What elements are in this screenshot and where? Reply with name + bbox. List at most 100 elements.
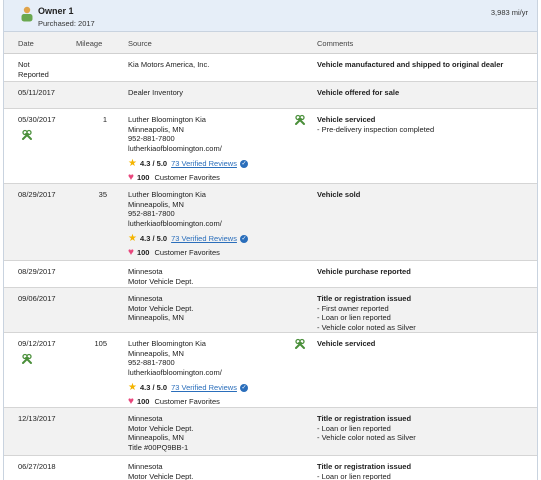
record-source: Dealer Inventory	[128, 88, 183, 98]
record-comments: Vehicle serviced - Pre-delivery inspectio…	[317, 115, 434, 134]
record-source: MinnesotaMotor Vehicle Dept.Minneapolis,…	[128, 462, 193, 480]
source-website[interactable]: lutherkiaofbloomington.com/	[128, 219, 248, 229]
record-mileage: 105	[94, 339, 107, 348]
heart-icon: ♥	[128, 172, 134, 183]
source-line: Motor Vehicle Dept.	[128, 303, 194, 313]
record-date: 05/30/2017	[18, 115, 56, 124]
star-icon: ★	[128, 382, 137, 393]
star-icon: ★	[128, 233, 137, 244]
record-comments: Vehicle manufactured and shipped to orig…	[317, 60, 503, 70]
record-comments: Vehicle purchase reported	[317, 267, 411, 277]
comment-detail: - Loan or lien reported	[317, 313, 391, 322]
dealer-rating: ★ 4.3 / 5.0 73 Verified Reviews ✓	[128, 159, 248, 169]
source-line: Minneapolis, MN	[128, 433, 184, 442]
record-source: Luther Bloomington Kia Minneapolis, MN 952…	[128, 190, 248, 258]
heart-icon: ♥	[128, 247, 134, 258]
heart-icon: ♥	[128, 396, 134, 407]
verified-check-icon: ✓	[239, 235, 248, 243]
history-records: Not Reported Kia Motors America, Inc. Vehi…	[4, 54, 537, 480]
table-row: 08/29/2017 Minnesota Motor Vehicle Dept. Ve…	[4, 261, 537, 288]
comment-heading: Vehicle offered for sale	[317, 88, 400, 97]
table-row: 06/27/2018 MinnesotaMotor Vehicle Dept.Mi…	[4, 456, 537, 480]
record-comments: Vehicle serviced	[317, 339, 375, 349]
service-icon	[294, 338, 306, 350]
comment-heading: Vehicle purchase reported	[317, 267, 411, 276]
source-line: Luther Bloomington Kia	[128, 190, 206, 199]
comment-detail: - First owner reported	[317, 303, 389, 313]
comment-detail: - Loan or lien reported	[317, 471, 391, 480]
table-row: 12/13/2017 Minnesota Motor Vehicle Dept. Mi…	[4, 408, 537, 456]
owner-title: Owner 1	[38, 6, 74, 16]
source-line: Title #00PQ9BB-1	[128, 442, 189, 452]
record-comments: Title or registration issued - Loan or li…	[317, 462, 416, 480]
verified-check-icon: ✓	[239, 160, 248, 168]
dealer-rating: ★ 4.3 / 5.0 73 Verified Reviews ✓	[128, 234, 248, 244]
source-line: Minnesota	[128, 294, 163, 303]
service-icon	[21, 129, 33, 141]
record-mileage: 1	[102, 115, 107, 124]
table-row: 05/11/2017 Dealer Inventory Vehicle offere…	[4, 82, 537, 109]
record-source: Minnesota Motor Vehicle Dept.	[128, 267, 193, 286]
rating-value: 4.3 / 5.0	[139, 383, 168, 393]
column-header-row: Date Mileage Source Comments	[4, 32, 537, 54]
source-line: Luther Bloomington Kia	[128, 115, 206, 124]
source-website[interactable]: lutherkiaofbloomington.com/	[128, 368, 248, 378]
comment-detail: - Pre-delivery inspection completed	[317, 124, 435, 134]
comment-detail: - Vehicle color noted as Silver	[317, 322, 416, 332]
comment-detail: - Loan or lien reported	[317, 423, 391, 433]
record-comments: Title or registration issued - First owne…	[317, 294, 416, 332]
source-line: Luther Bloomington Kia	[128, 339, 206, 348]
source-line: Minneapolis, MN	[128, 348, 184, 358]
column-source: Source	[128, 39, 152, 48]
source-website[interactable]: lutherkiaofbloomington.com/	[128, 144, 248, 154]
comment-heading: Title or registration issued	[317, 414, 412, 423]
record-source: Luther Bloomington Kia Minneapolis, MN 952…	[128, 115, 248, 183]
favorites-label: Customer Favorites	[154, 173, 220, 183]
verified-reviews-link[interactable]: 73 Verified Reviews	[171, 234, 237, 244]
source-line: Motor Vehicle Dept.	[128, 423, 194, 433]
source-line: 952-881-7800	[128, 358, 175, 367]
table-row: Not Reported Kia Motors America, Inc. Vehi…	[4, 54, 537, 82]
verified-reviews-link[interactable]: 73 Verified Reviews	[171, 159, 237, 169]
table-row: 09/06/2017 Minnesota Motor Vehicle Dept. Mi…	[4, 288, 537, 333]
owner-miles-per-year: 3,983 mi/yr	[490, 8, 528, 17]
source-line: Motor Vehicle Dept.	[128, 471, 194, 480]
record-date: Not Reported	[18, 60, 49, 79]
owner-header: Owner 1 Purchased: 2017 3,983 mi/yr	[4, 0, 537, 32]
record-comments: Title or registration issued - Loan or li…	[317, 414, 416, 443]
record-mileage: 35	[98, 190, 107, 199]
comment-heading: Vehicle manufactured and shipped to orig…	[317, 60, 504, 69]
source-line: Minneapolis, MN	[128, 313, 184, 322]
record-source: MinnesotaMotor Vehicle Dept.Minneapolis,…	[128, 294, 193, 323]
table-row: 05/30/2017 1 Luther Bloomington Kia Minneap…	[4, 109, 537, 184]
record-source: Luther Bloomington Kia Minneapolis, MN 952…	[128, 339, 248, 407]
record-comments: Vehicle sold	[317, 190, 360, 200]
source-line: Dealer Inventory	[128, 88, 184, 97]
rating-value: 4.3 / 5.0	[139, 234, 168, 244]
column-date: Date	[18, 39, 34, 48]
record-date: 08/29/2017	[18, 190, 56, 199]
source-line: Minneapolis, MN	[128, 199, 184, 209]
record-date: 12/13/2017	[18, 414, 56, 423]
source-line: Motor Vehicle Dept.	[128, 276, 194, 286]
record-comments: Vehicle offered for sale	[317, 88, 399, 98]
dealer-rating: ★ 4.3 / 5.0 73 Verified Reviews ✓	[128, 383, 248, 393]
vehicle-history-panel: Owner 1 Purchased: 2017 3,983 mi/yr Date…	[3, 0, 538, 480]
record-date: 09/06/2017	[18, 294, 56, 303]
record-date: 09/12/2017	[18, 339, 56, 348]
comment-heading: Title or registration issued	[317, 294, 412, 303]
favorites-count: 100	[136, 173, 150, 183]
column-comments: Comments	[317, 39, 354, 48]
star-icon: ★	[128, 158, 137, 169]
customer-favorites: ♥ 100 Customer Favorites	[128, 248, 248, 258]
source-line: 952-881-7800	[128, 209, 175, 218]
comment-heading: Vehicle serviced	[317, 339, 376, 348]
verified-check-icon: ✓	[239, 384, 248, 392]
source-line: Minnesota	[128, 267, 163, 276]
person-icon	[21, 6, 33, 22]
verified-reviews-link[interactable]: 73 Verified Reviews	[171, 383, 237, 393]
favorites-count: 100	[136, 397, 150, 407]
comment-heading: Vehicle serviced	[317, 115, 376, 124]
customer-favorites: ♥ 100 Customer Favorites	[128, 397, 248, 407]
service-icon	[21, 353, 33, 365]
